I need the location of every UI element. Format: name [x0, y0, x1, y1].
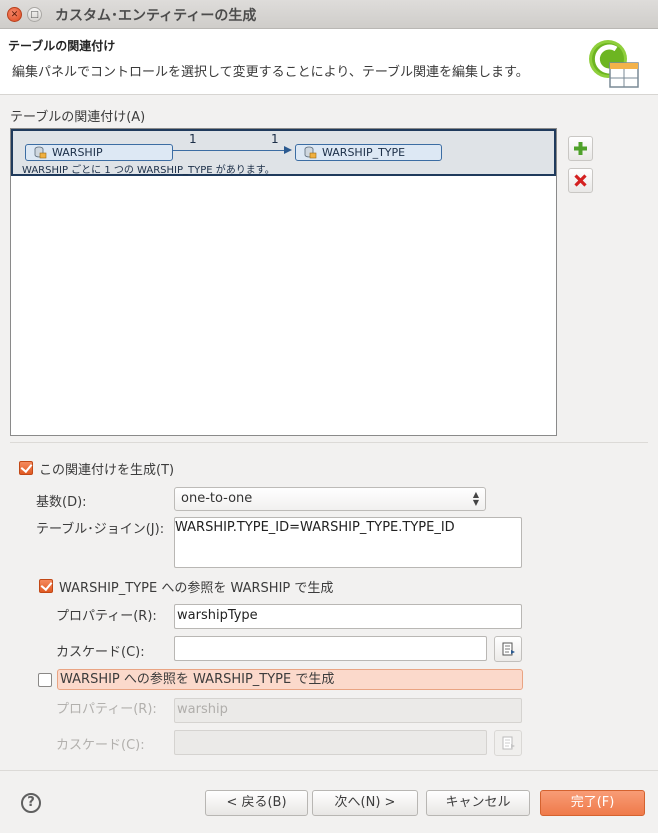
window-title: カスタム･エンティティーの生成: [55, 8, 257, 24]
table-join-label: テーブル･ジョイン(J):: [36, 522, 165, 537]
edit-document-icon: [502, 642, 515, 656]
association-connector-line: [173, 150, 285, 151]
help-icon[interactable]: ?: [21, 793, 41, 813]
page-title: テーブルの関連付け: [8, 39, 116, 53]
database-table-icon: [34, 146, 47, 159]
generate-ref-warship-type-checkbox[interactable]: [39, 579, 53, 593]
source-entity-name: WARSHIP: [52, 146, 103, 159]
generate-association-label: この関連付けを生成(T): [39, 463, 175, 478]
finish-button[interactable]: 完了(F): [540, 790, 645, 816]
cardinality-label: 基数(D):: [36, 495, 87, 510]
generate-ref-warship-type-label: WARSHIP_TYPE への参照を WARSHIP で生成: [59, 581, 334, 596]
associations-label: テーブルの関連付け(A): [10, 110, 146, 125]
database-table-icon: [304, 146, 317, 159]
wizard-logo-icon: [589, 40, 639, 88]
source-cardinality: 1: [189, 132, 197, 146]
generate-ref-warship-checkbox[interactable]: [38, 673, 52, 687]
generate-association-checkbox[interactable]: [19, 461, 33, 475]
next-button[interactable]: 次へ(N) >: [312, 790, 418, 816]
edit-document-icon: [502, 736, 515, 750]
footer-divider: [0, 770, 658, 771]
association-row[interactable]: WARSHIP 1 1 WARSHIP_TYPE WARSHIP ごとに 1 つ…: [11, 129, 556, 176]
back-button[interactable]: < 戻る(B): [205, 790, 308, 816]
source-entity-box: WARSHIP: [25, 144, 173, 161]
page-description: 編集パネルでコントロールを選択して変更することにより、テーブル関連を編集します。: [12, 65, 529, 80]
target-entity-box: WARSHIP_TYPE: [295, 144, 442, 161]
association-description: WARSHIP ごとに 1 つの WARSHIP_TYPE があります。: [22, 165, 275, 176]
property-label: プロパティー(R):: [56, 609, 157, 624]
cascade-input-disabled[interactable]: [174, 730, 487, 755]
cascade-browse-button-disabled[interactable]: [494, 730, 522, 756]
cardinality-value: one-to-one: [181, 491, 253, 506]
window-titlebar: ✕ □ カスタム･エンティティーの生成: [0, 0, 658, 29]
spinner-arrows-icon: ▲ ▼: [472, 490, 479, 507]
delete-x-icon: [574, 174, 587, 187]
property-input[interactable]: warshipType: [174, 604, 522, 629]
cascade-label: カスケード(C):: [56, 645, 145, 660]
property-label-disabled: プロパティー(R):: [56, 702, 157, 717]
plus-icon: [574, 142, 587, 155]
cancel-button[interactable]: キャンセル: [426, 790, 530, 816]
cascade-label-disabled: カスケード(C):: [56, 738, 145, 753]
target-cardinality: 1: [271, 132, 279, 146]
window-maximize-button[interactable]: □: [27, 7, 42, 22]
association-arrow-icon: [284, 146, 292, 154]
cascade-browse-button[interactable]: [494, 636, 522, 662]
target-entity-name: WARSHIP_TYPE: [322, 146, 406, 159]
wizard-header: テーブルの関連付け 編集パネルでコントロールを選択して変更することにより、テーブ…: [0, 29, 658, 95]
add-association-button[interactable]: [568, 136, 593, 161]
table-join-textarea[interactable]: WARSHIP.TYPE_ID=WARSHIP_TYPE.TYPE_ID: [174, 517, 522, 568]
cardinality-select[interactable]: one-to-one ▲ ▼: [174, 487, 486, 511]
cascade-input[interactable]: [174, 636, 487, 661]
associations-list[interactable]: WARSHIP 1 1 WARSHIP_TYPE WARSHIP ごとに 1 つ…: [10, 128, 557, 436]
property-input-disabled[interactable]: warship: [174, 698, 522, 723]
delete-association-button[interactable]: [568, 168, 593, 193]
window-close-button[interactable]: ✕: [7, 7, 22, 22]
generate-ref-warship-label: WARSHIP への参照を WARSHIP_TYPE で生成: [57, 669, 523, 690]
section-divider: [10, 442, 648, 443]
